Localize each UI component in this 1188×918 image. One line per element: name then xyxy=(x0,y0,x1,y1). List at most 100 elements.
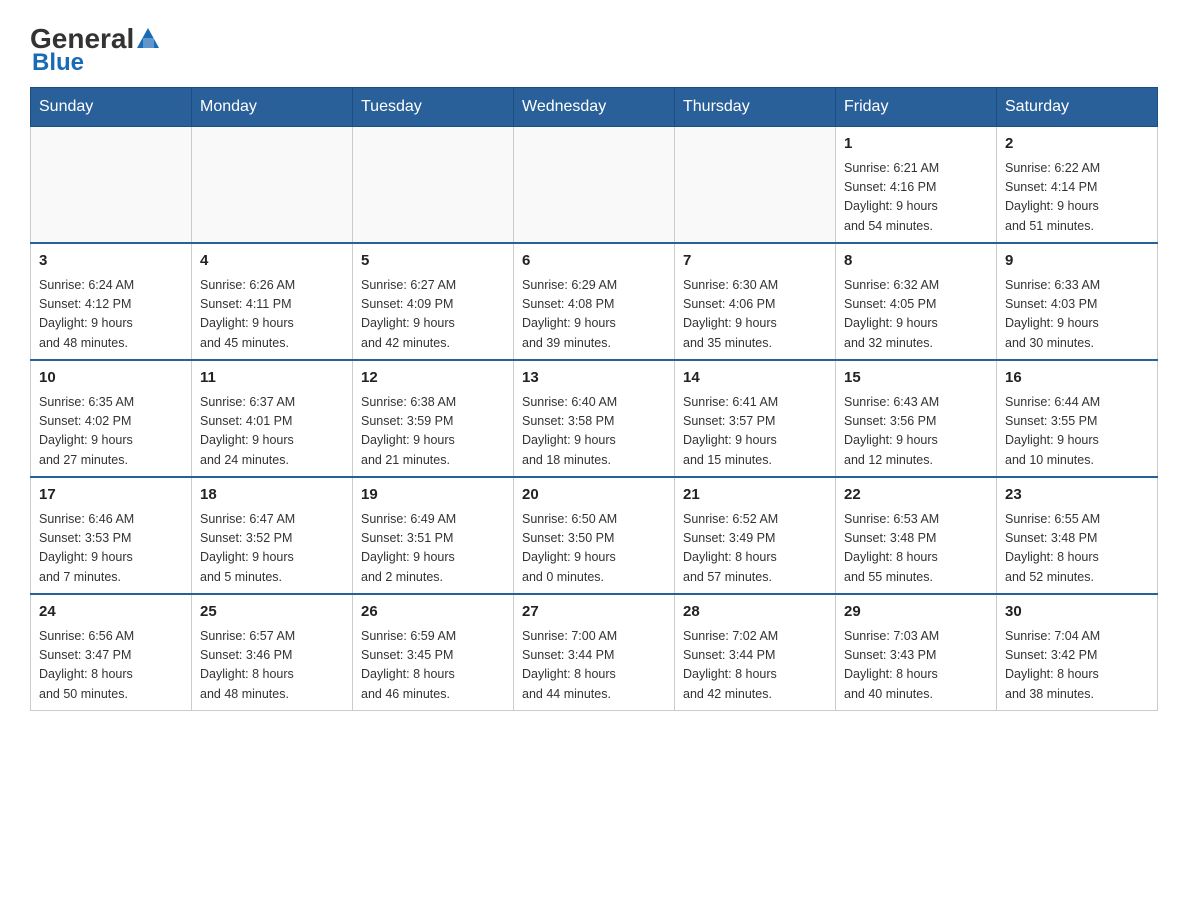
calendar-cell: 10Sunrise: 6:35 AM Sunset: 4:02 PM Dayli… xyxy=(31,360,192,477)
day-info: Sunrise: 6:32 AM Sunset: 4:05 PM Dayligh… xyxy=(844,276,988,354)
day-info: Sunrise: 6:22 AM Sunset: 4:14 PM Dayligh… xyxy=(1005,159,1149,237)
calendar-cell: 23 Sunrise: 6:55 AM Sunset: 3:48 PM Dayli… xyxy=(997,477,1158,594)
day-info: Sunrise: 7:02 AM Sunset: 3:44 PM Dayligh… xyxy=(683,627,827,705)
calendar-cell: 3 Sunrise: 6:24 AM Sunset: 4:12 PM Daylig… xyxy=(31,243,192,360)
header-thursday: Thursday xyxy=(675,88,836,127)
day-info: Sunrise: 6:47 AM Sunset: 3:52 PM Dayligh… xyxy=(200,510,344,588)
calendar-header-row: SundayMondayTuesdayWednesdayThursdayFrid… xyxy=(31,88,1158,127)
calendar-cell: 18 Sunrise: 6:47 AM Sunset: 3:52 PM Dayli… xyxy=(192,477,353,594)
day-number: 6 xyxy=(522,250,666,273)
day-info: Sunrise: 6:56 AM Sunset: 3:47 PM Dayligh… xyxy=(39,627,183,705)
calendar-cell: 12Sunrise: 6:38 AM Sunset: 3:59 PM Dayli… xyxy=(353,360,514,477)
calendar-cell: 29 Sunrise: 7:03 AM Sunset: 3:43 PM Dayli… xyxy=(836,594,997,711)
calendar-week-row: 1 Sunrise: 6:21 AM Sunset: 4:16 PM Daylig… xyxy=(31,127,1158,244)
day-number: 21 xyxy=(683,484,827,507)
day-number: 24 xyxy=(39,601,183,624)
day-info: Sunrise: 6:52 AM Sunset: 3:49 PM Dayligh… xyxy=(683,510,827,588)
calendar-cell: 25 Sunrise: 6:57 AM Sunset: 3:46 PM Dayli… xyxy=(192,594,353,711)
calendar-cell: 14 Sunrise: 6:41 AM Sunset: 3:57 PM Dayli… xyxy=(675,360,836,477)
calendar-week-row: 10Sunrise: 6:35 AM Sunset: 4:02 PM Dayli… xyxy=(31,360,1158,477)
day-info: Sunrise: 6:49 AM Sunset: 3:51 PM Dayligh… xyxy=(361,510,505,588)
day-info: Sunrise: 6:30 AM Sunset: 4:06 PM Dayligh… xyxy=(683,276,827,354)
calendar-cell: 17 Sunrise: 6:46 AM Sunset: 3:53 PM Dayli… xyxy=(31,477,192,594)
day-info: Sunrise: 7:00 AM Sunset: 3:44 PM Dayligh… xyxy=(522,627,666,705)
calendar-week-row: 17 Sunrise: 6:46 AM Sunset: 3:53 PM Dayli… xyxy=(31,477,1158,594)
day-number: 13 xyxy=(522,367,666,390)
day-number: 15 xyxy=(844,367,988,390)
day-info: Sunrise: 6:33 AM Sunset: 4:03 PM Dayligh… xyxy=(1005,276,1149,354)
calendar-cell xyxy=(353,127,514,244)
calendar-cell: 15 Sunrise: 6:43 AM Sunset: 3:56 PM Dayli… xyxy=(836,360,997,477)
day-info: Sunrise: 6:55 AM Sunset: 3:48 PM Dayligh… xyxy=(1005,510,1149,588)
calendar-cell: 5 Sunrise: 6:27 AM Sunset: 4:09 PM Daylig… xyxy=(353,243,514,360)
day-info: Sunrise: 6:21 AM Sunset: 4:16 PM Dayligh… xyxy=(844,159,988,237)
day-number: 29 xyxy=(844,601,988,624)
day-number: 16 xyxy=(1005,367,1149,390)
calendar-cell: 26Sunrise: 6:59 AM Sunset: 3:45 PM Dayli… xyxy=(353,594,514,711)
day-number: 23 xyxy=(1005,484,1149,507)
day-number: 18 xyxy=(200,484,344,507)
logo-text-blue: Blue xyxy=(32,49,84,77)
calendar-cell: 21 Sunrise: 6:52 AM Sunset: 3:49 PM Dayli… xyxy=(675,477,836,594)
day-info: Sunrise: 6:24 AM Sunset: 4:12 PM Dayligh… xyxy=(39,276,183,354)
calendar-cell xyxy=(192,127,353,244)
day-number: 30 xyxy=(1005,601,1149,624)
calendar-cell: 30 Sunrise: 7:04 AM Sunset: 3:42 PM Dayli… xyxy=(997,594,1158,711)
day-number: 12 xyxy=(361,367,505,390)
header-wednesday: Wednesday xyxy=(514,88,675,127)
calendar-cell xyxy=(31,127,192,244)
calendar-cell: 7 Sunrise: 6:30 AM Sunset: 4:06 PM Daylig… xyxy=(675,243,836,360)
calendar-cell: 22 Sunrise: 6:53 AM Sunset: 3:48 PM Dayli… xyxy=(836,477,997,594)
calendar-cell xyxy=(675,127,836,244)
day-number: 11 xyxy=(200,367,344,390)
header-tuesday: Tuesday xyxy=(353,88,514,127)
header-sunday: Sunday xyxy=(31,88,192,127)
calendar-cell: 6Sunrise: 6:29 AM Sunset: 4:08 PM Daylig… xyxy=(514,243,675,360)
day-number: 22 xyxy=(844,484,988,507)
calendar-cell: 2 Sunrise: 6:22 AM Sunset: 4:14 PM Daylig… xyxy=(997,127,1158,244)
day-number: 28 xyxy=(683,601,827,624)
day-info: Sunrise: 7:04 AM Sunset: 3:42 PM Dayligh… xyxy=(1005,627,1149,705)
calendar-table: SundayMondayTuesdayWednesdayThursdayFrid… xyxy=(30,87,1158,711)
day-info: Sunrise: 6:57 AM Sunset: 3:46 PM Dayligh… xyxy=(200,627,344,705)
day-number: 9 xyxy=(1005,250,1149,273)
calendar-cell: 4 Sunrise: 6:26 AM Sunset: 4:11 PM Daylig… xyxy=(192,243,353,360)
day-number: 25 xyxy=(200,601,344,624)
day-info: Sunrise: 6:53 AM Sunset: 3:48 PM Dayligh… xyxy=(844,510,988,588)
day-info: Sunrise: 6:26 AM Sunset: 4:11 PM Dayligh… xyxy=(200,276,344,354)
day-number: 2 xyxy=(1005,133,1149,156)
day-info: Sunrise: 6:46 AM Sunset: 3:53 PM Dayligh… xyxy=(39,510,183,588)
calendar-cell: 11Sunrise: 6:37 AM Sunset: 4:01 PM Dayli… xyxy=(192,360,353,477)
day-number: 14 xyxy=(683,367,827,390)
day-number: 7 xyxy=(683,250,827,273)
day-number: 1 xyxy=(844,133,988,156)
day-info: Sunrise: 6:43 AM Sunset: 3:56 PM Dayligh… xyxy=(844,393,988,471)
day-number: 27 xyxy=(522,601,666,624)
day-number: 19 xyxy=(361,484,505,507)
day-number: 5 xyxy=(361,250,505,273)
day-info: Sunrise: 6:50 AM Sunset: 3:50 PM Dayligh… xyxy=(522,510,666,588)
calendar-cell: 8Sunrise: 6:32 AM Sunset: 4:05 PM Daylig… xyxy=(836,243,997,360)
logo: General Blue xyxy=(30,20,159,77)
calendar-cell: 19 Sunrise: 6:49 AM Sunset: 3:51 PM Dayli… xyxy=(353,477,514,594)
calendar-cell: 16 Sunrise: 6:44 AM Sunset: 3:55 PM Dayli… xyxy=(997,360,1158,477)
day-number: 17 xyxy=(39,484,183,507)
day-info: Sunrise: 7:03 AM Sunset: 3:43 PM Dayligh… xyxy=(844,627,988,705)
calendar-week-row: 24 Sunrise: 6:56 AM Sunset: 3:47 PM Dayli… xyxy=(31,594,1158,711)
day-info: Sunrise: 6:44 AM Sunset: 3:55 PM Dayligh… xyxy=(1005,393,1149,471)
header-saturday: Saturday xyxy=(997,88,1158,127)
calendar-cell: 28 Sunrise: 7:02 AM Sunset: 3:44 PM Dayli… xyxy=(675,594,836,711)
header-friday: Friday xyxy=(836,88,997,127)
logo-triangle-icon xyxy=(137,28,159,48)
day-number: 3 xyxy=(39,250,183,273)
day-info: Sunrise: 6:40 AM Sunset: 3:58 PM Dayligh… xyxy=(522,393,666,471)
day-number: 26 xyxy=(361,601,505,624)
calendar-cell: 9 Sunrise: 6:33 AM Sunset: 4:03 PM Daylig… xyxy=(997,243,1158,360)
header-monday: Monday xyxy=(192,88,353,127)
calendar-cell: 13 Sunrise: 6:40 AM Sunset: 3:58 PM Dayli… xyxy=(514,360,675,477)
calendar-cell: 24 Sunrise: 6:56 AM Sunset: 3:47 PM Dayli… xyxy=(31,594,192,711)
header: General Blue xyxy=(30,20,1158,77)
day-info: Sunrise: 6:41 AM Sunset: 3:57 PM Dayligh… xyxy=(683,393,827,471)
day-info: Sunrise: 6:27 AM Sunset: 4:09 PM Dayligh… xyxy=(361,276,505,354)
day-number: 4 xyxy=(200,250,344,273)
